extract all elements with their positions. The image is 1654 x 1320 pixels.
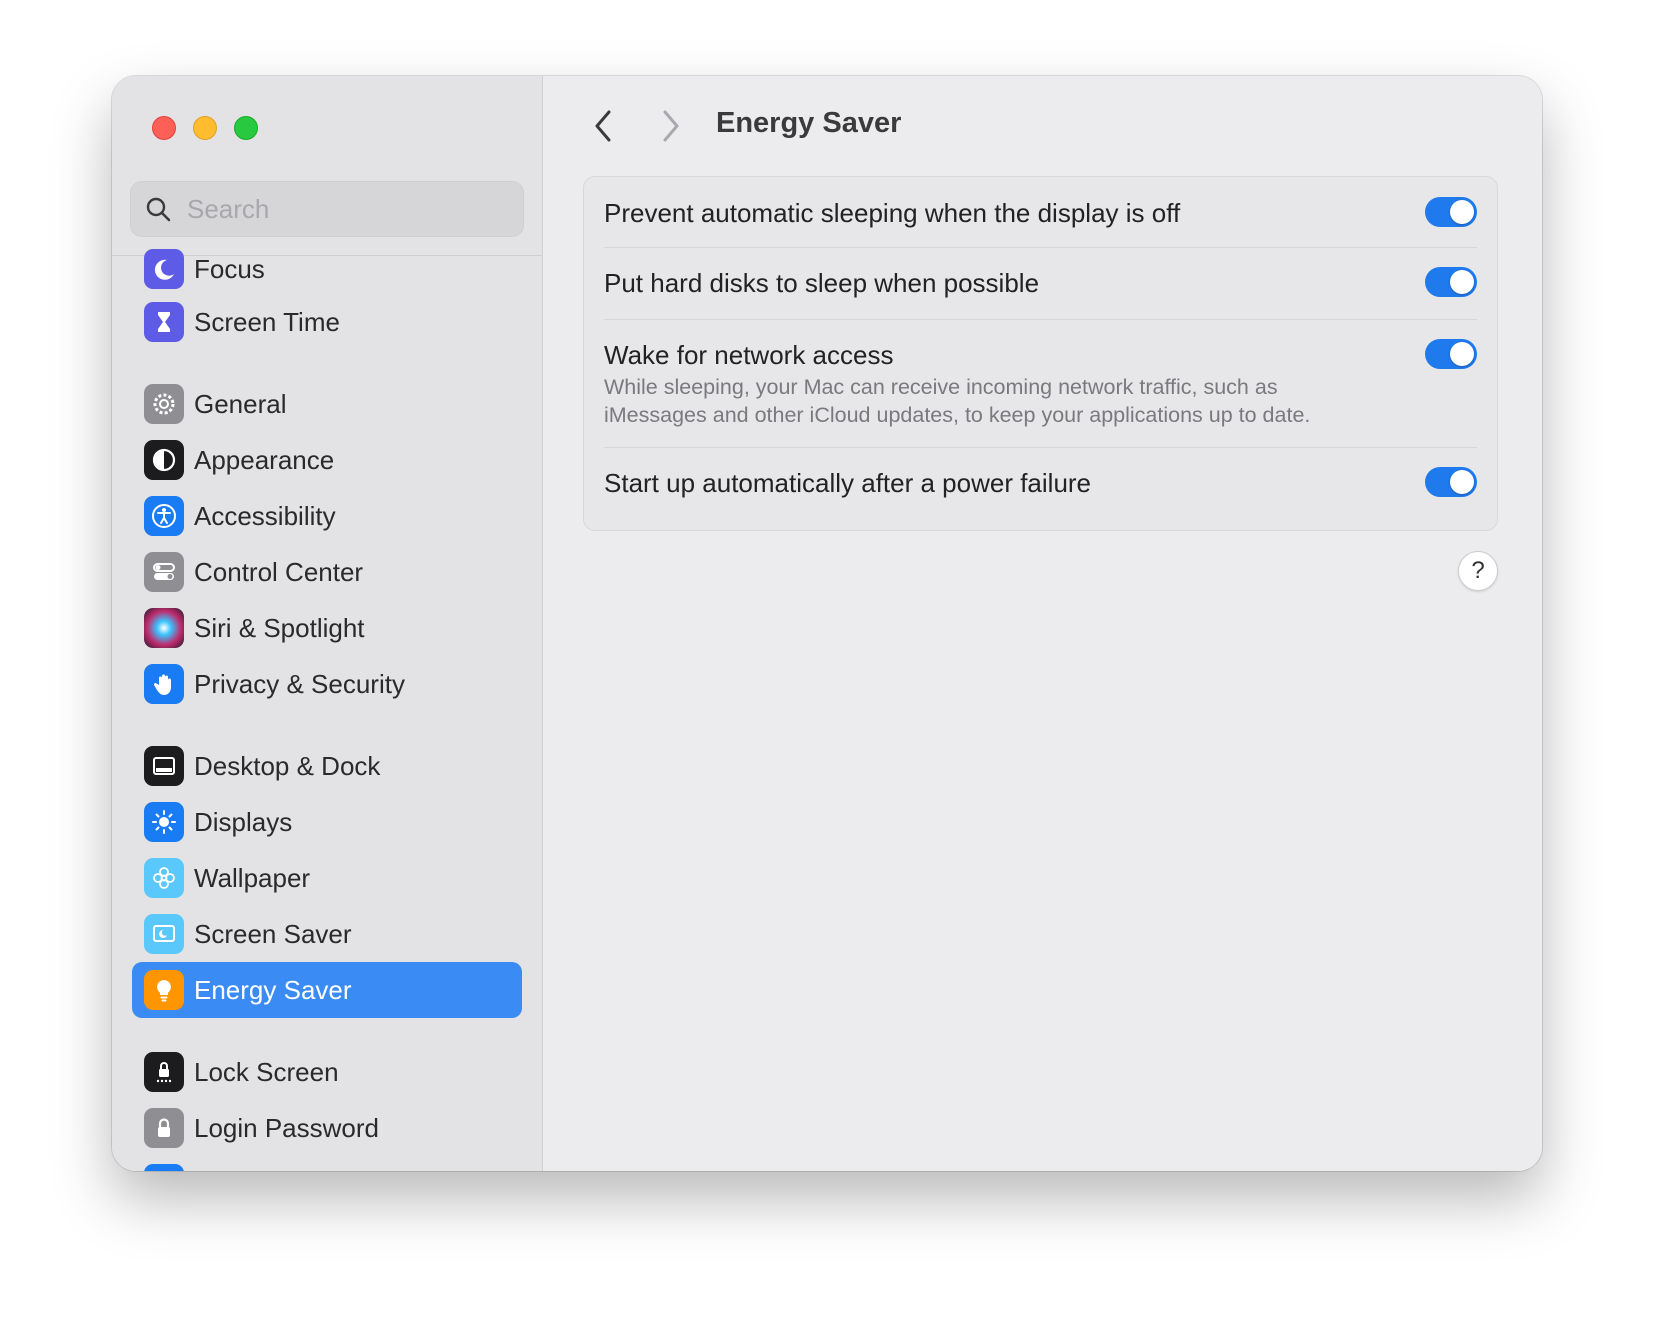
sidebar-item-desktop-dock[interactable]: Desktop & Dock <box>132 738 522 794</box>
flower-icon <box>144 858 184 898</box>
sidebar-item-label: Screen Saver <box>194 918 352 949</box>
setting-title: Put hard disks to sleep when possible <box>604 268 1040 298</box>
search-icon <box>146 197 171 222</box>
power-failure-startup-toggle[interactable] <box>1425 467 1477 497</box>
screen-saver-icon <box>144 914 184 954</box>
siri-icon <box>144 608 184 648</box>
sidebar-item-label: Focus <box>194 253 265 284</box>
sidebar-item-screen-time[interactable]: Screen Time <box>132 294 522 350</box>
sidebar-item-label: Control Center <box>194 556 364 587</box>
setting-title: Wake for network access <box>604 340 894 370</box>
sidebar-item-label: Accessibility <box>194 500 336 531</box>
sidebar-item-partial[interactable] <box>132 1156 522 1171</box>
sidebar-item-control-center[interactable]: Control Center <box>132 544 522 600</box>
sun-icon <box>144 802 184 842</box>
sidebar-item-focus[interactable]: Focus <box>132 241 522 297</box>
sidebar-item-label: Wallpaper <box>194 862 311 893</box>
sidebar-item-label: Login Password <box>194 1112 379 1143</box>
help-button[interactable]: ? <box>1458 551 1498 591</box>
sidebar-item-login-password[interactable]: Login Password <box>132 1100 522 1156</box>
gear-icon <box>144 384 184 424</box>
zoom-window-button[interactable] <box>234 116 258 140</box>
sidebar-item-label: Desktop & Dock <box>194 750 381 781</box>
main-content: Energy Saver Prevent automatic sleeping … <box>543 76 1542 1171</box>
dock-icon <box>144 746 184 786</box>
hand-icon <box>144 664 184 704</box>
sidebar-item-accessibility[interactable]: Accessibility <box>132 488 522 544</box>
sidebar-item-general[interactable]: General <box>132 376 522 432</box>
sidebar-item-displays[interactable]: Displays <box>132 794 522 850</box>
settings-window: Focus Screen Time General <box>112 76 1542 1171</box>
sidebar-item-label: Displays <box>194 806 293 837</box>
setting-row-prevent-sleep: Prevent automatic sleeping when the disp… <box>604 177 1477 247</box>
hourglass-icon <box>144 302 184 342</box>
chevron-left-icon <box>595 110 611 142</box>
minimize-window-button[interactable] <box>193 116 217 140</box>
prevent-sleep-toggle[interactable] <box>1425 197 1477 227</box>
sidebar-item-energy-saver[interactable]: Energy Saver <box>132 962 522 1018</box>
traffic-lights <box>152 116 258 140</box>
sidebar-item-label: General <box>194 388 287 419</box>
setting-row-wake-network: Wake for network access While sleeping, … <box>604 319 1477 447</box>
setting-row-hard-disks: Put hard disks to sleep when possible <box>604 247 1477 319</box>
sidebar-item-siri-spotlight[interactable]: Siri & Spotlight <box>132 600 522 656</box>
search-field[interactable] <box>130 181 524 237</box>
sidebar-item-lock-screen[interactable]: Lock Screen <box>132 1044 522 1100</box>
sidebar: Focus Screen Time General <box>112 76 543 1171</box>
accessibility-icon <box>144 496 184 536</box>
lock-screen-icon <box>144 1052 184 1092</box>
forward-button[interactable] <box>651 106 691 146</box>
sidebar-item-label: Privacy & Security <box>194 668 405 699</box>
sidebar-item-label: Screen Time <box>194 306 340 337</box>
setting-title: Start up automatically after a power fai… <box>604 468 1092 498</box>
close-window-button[interactable] <box>152 116 176 140</box>
settings-panel: Prevent automatic sleeping when the disp… <box>583 176 1498 531</box>
setting-title: Prevent automatic sleeping when the disp… <box>604 198 1181 228</box>
setting-row-power-failure: Start up automatically after a power fai… <box>604 447 1477 529</box>
lock-icon <box>144 1108 184 1148</box>
sidebar-item-screen-saver[interactable]: Screen Saver <box>132 906 522 962</box>
setting-description: While sleeping, your Mac can receive inc… <box>604 375 1311 427</box>
wake-network-toggle[interactable] <box>1425 339 1477 369</box>
sidebar-item-label: Appearance <box>194 444 335 475</box>
back-button[interactable] <box>583 106 623 146</box>
moon-icon <box>144 249 184 289</box>
lightbulb-icon <box>144 970 184 1010</box>
partial-app-icon <box>144 1164 184 1171</box>
sidebar-item-wallpaper[interactable]: Wallpaper <box>132 850 522 906</box>
sidebar-item-appearance[interactable]: Appearance <box>132 432 522 488</box>
search-input[interactable] <box>185 192 509 226</box>
control-center-icon <box>144 552 184 592</box>
appearance-icon <box>144 440 184 480</box>
sidebar-item-label: Lock Screen <box>194 1056 339 1087</box>
chevron-right-icon <box>663 110 679 142</box>
hard-disks-sleep-toggle[interactable] <box>1425 267 1477 297</box>
sidebar-item-label: Siri & Spotlight <box>194 612 365 643</box>
page-title: Energy Saver <box>716 107 902 139</box>
sidebar-item-privacy-security[interactable]: Privacy & Security <box>132 656 522 712</box>
sidebar-item-label: Energy Saver <box>194 974 352 1005</box>
